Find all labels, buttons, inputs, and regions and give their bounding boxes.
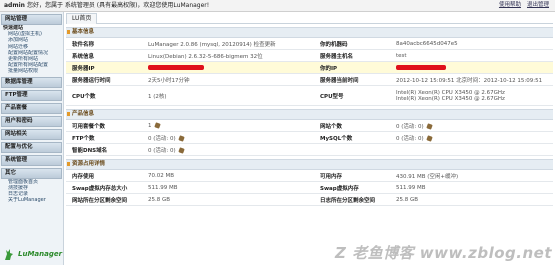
label-smart-dns: 智能DNS域名: [66, 143, 142, 156]
section-bullet-icon: [67, 30, 70, 34]
label-server-time: 服务器当前时间: [314, 73, 390, 86]
label-memory-free: 可用内存: [314, 170, 390, 182]
label-memory-used: 内存使用: [66, 170, 142, 182]
value-cpu-model: Intel(R) Xeon(R) CPU X3450 @ 2.67GHz Inte…: [390, 85, 553, 106]
manage-icon[interactable]: [425, 134, 433, 142]
lumanager-logo: LuManager: [2, 247, 62, 261]
username: admin: [4, 2, 25, 9]
sidebar-item-permissions[interactable]: 批量网站权限: [0, 68, 63, 74]
value-hostname: test: [390, 49, 553, 62]
basic-info-table: 软件名称 LuManager 2.0.86 (mysql, 20120914) …: [66, 38, 553, 106]
table-row: Swap虚拟内存总大小 511.99 MB Swap虚拟内存 511.99 MB: [66, 181, 553, 194]
table-row: 网站所在分区剩余空间 25.8 GB 日志所在分区剩余空间 25.8 GB: [66, 193, 553, 206]
table-row: 可用套餐个数 1 网站个数 0 (活动: 0): [66, 120, 553, 132]
label-packages: 可用套餐个数: [66, 120, 142, 132]
empty-cell: [390, 143, 553, 156]
table-row: 服务器运行时间 2天5小时17分钟 服务器当前时间 2012-10-12 15:…: [66, 73, 553, 86]
value-ftp: 0 (活动: 0): [142, 131, 314, 144]
top-bar: admin 您好，您属于 系统管理员 (具有最高权限)，欢迎您使用LuManage…: [0, 0, 555, 12]
sidebar-section-system[interactable]: 系统管理: [1, 154, 62, 166]
label-hostname: 服务器主机名: [314, 49, 390, 62]
cpu-model-line: Intel(R) Xeon(R) CPU X3450 @ 2.67GHz: [396, 95, 505, 102]
sidebar-section-site-related[interactable]: 网站相关: [1, 128, 62, 140]
table-row: 软件名称 LuManager 2.0.86 (mysql, 20120914) …: [66, 38, 553, 50]
label-cpu-model: CPU型号: [314, 85, 390, 106]
table-row: CPU个数 1 (2核) CPU型号 Intel(R) Xeon(R) CPU …: [66, 85, 553, 106]
deer-icon: [5, 249, 13, 260]
value-log-disk: 25.8 GB: [390, 193, 553, 206]
manage-icon[interactable]: [425, 122, 433, 130]
label-uptime: 服务器运行时间: [66, 73, 142, 86]
sidebar-section-other[interactable]: 其它: [1, 167, 62, 179]
section-bullet-icon: [67, 162, 70, 166]
value-swap: 511.99 MB: [390, 181, 553, 194]
value-server-ip: [142, 61, 314, 74]
sidebar-item-about[interactable]: 关于LuManager: [0, 197, 63, 203]
table-row: 智能DNS域名 0 (活动: 0): [66, 143, 553, 156]
value-software: LuManager 2.0.86 (mysql, 20120914) 检查更新: [142, 38, 314, 50]
value-server-time: 2012-10-12 15:09:51 北京时间：2012-10-12 15:0…: [390, 73, 553, 86]
label-log-disk: 日志所在分区剩余空间: [314, 193, 390, 206]
label-swap: Swap虚拟内存: [314, 181, 390, 194]
value-cpu-count: 1 (2核): [142, 85, 314, 106]
sidebar-section-optimize[interactable]: 配置与优化: [1, 141, 62, 153]
sidebar-section-ftp[interactable]: FTP管理: [1, 89, 62, 101]
sidebar-section-packages[interactable]: 产品套餐: [1, 102, 62, 114]
manage-icon[interactable]: [153, 121, 161, 129]
label-system-info: 系统信息: [66, 49, 142, 62]
label-server-ip: 服务器IP: [66, 61, 142, 74]
product-info-table: 可用套餐个数 1 网站个数 0 (活动: 0) FTP个数 0 (活动: 0) …: [66, 120, 553, 156]
sidebar-section-users[interactable]: 用户和密码: [1, 115, 62, 127]
label-mysql: MySQL个数: [314, 131, 390, 144]
value-websites: 0 (活动: 0): [390, 120, 553, 132]
section-bullet-icon: [67, 112, 70, 116]
logout-link[interactable]: 退出管理: [527, 2, 549, 8]
value-packages: 1: [142, 120, 314, 132]
value-uptime: 2天5小时17分钟: [142, 73, 314, 86]
table-row: 服务器IP 你的IP: [66, 61, 553, 74]
value-smart-dns: 0 (活动: 0): [142, 143, 314, 156]
label-websites: 网站个数: [314, 120, 390, 132]
value-site-disk: 25.8 GB: [142, 193, 314, 206]
redaction-mark: [148, 64, 204, 70]
tab-home[interactable]: LU首页: [66, 13, 98, 24]
resource-header: 资源占用详情: [66, 159, 553, 170]
logo-text: LuManager: [18, 250, 63, 258]
value-your-ip: [390, 61, 553, 74]
table-row: 内存使用 70.02 MB 可用内存 430.91 MB (空闲+缓冲): [66, 170, 553, 182]
label-your-ip: 你的IP: [314, 61, 390, 74]
manage-icon[interactable]: [177, 134, 185, 142]
label-swap-total: Swap虚拟内存总大小: [66, 181, 142, 194]
top-links: 使用帮助 退出管理: [493, 1, 549, 10]
label-machine-code: 你的机器码: [314, 38, 390, 50]
sidebar-section-database[interactable]: 数据库管理: [1, 76, 62, 88]
empty-cell: [314, 143, 390, 156]
redaction-mark: [396, 64, 446, 70]
sidebar-section-website[interactable]: 网站管理: [1, 14, 62, 25]
table-row: FTP个数 0 (活动: 0) MySQL个数 0 (活动: 0): [66, 131, 553, 144]
label-ftp: FTP个数: [66, 131, 142, 144]
basic-info-header: 基本信息: [66, 27, 553, 38]
value-memory-free: 430.91 MB (空闲+缓冲): [390, 170, 553, 182]
watermark: Z 老鱼博客 www.zblog.net: [334, 244, 552, 262]
value-mysql: 0 (活动: 0): [390, 131, 553, 144]
manage-icon[interactable]: [177, 146, 185, 154]
resource-table: 内存使用 70.02 MB 可用内存 430.91 MB (空闲+缓冲) Swa…: [66, 170, 553, 206]
table-row: 系统信息 Linux(Debian) 2.6.32-5-686-bigmem 3…: [66, 49, 553, 62]
product-info-header: 产品信息: [66, 109, 553, 120]
label-cpu-count: CPU个数: [66, 85, 142, 106]
welcome-message: admin 您好，您属于 系统管理员 (具有最高权限)，欢迎您使用LuManage…: [4, 1, 209, 10]
sidebar: 网站管理 快速建站 网站(虚拟主机) 添加网站 网站迁移 配置网站配置情况 更新…: [0, 12, 64, 265]
help-link[interactable]: 使用帮助: [499, 2, 521, 8]
tab-bar: LU首页: [66, 13, 553, 24]
label-site-disk: 网站所在分区剩余空间: [66, 193, 142, 206]
value-swap-total: 511.99 MB: [142, 181, 314, 194]
greeting-text: 您好，您属于 系统管理员 (具有最高权限)，欢迎您使用LuManager!: [26, 2, 210, 9]
value-machine-code: 8a40acbc6645d047e5: [390, 38, 553, 50]
main-content: LU首页 基本信息 软件名称 LuManager 2.0.86 (mysql, …: [66, 13, 553, 265]
value-memory-used: 70.02 MB: [142, 170, 314, 182]
label-software: 软件名称: [66, 38, 142, 50]
value-system-info: Linux(Debian) 2.6.32-5-686-bigmem 32位: [142, 49, 314, 62]
